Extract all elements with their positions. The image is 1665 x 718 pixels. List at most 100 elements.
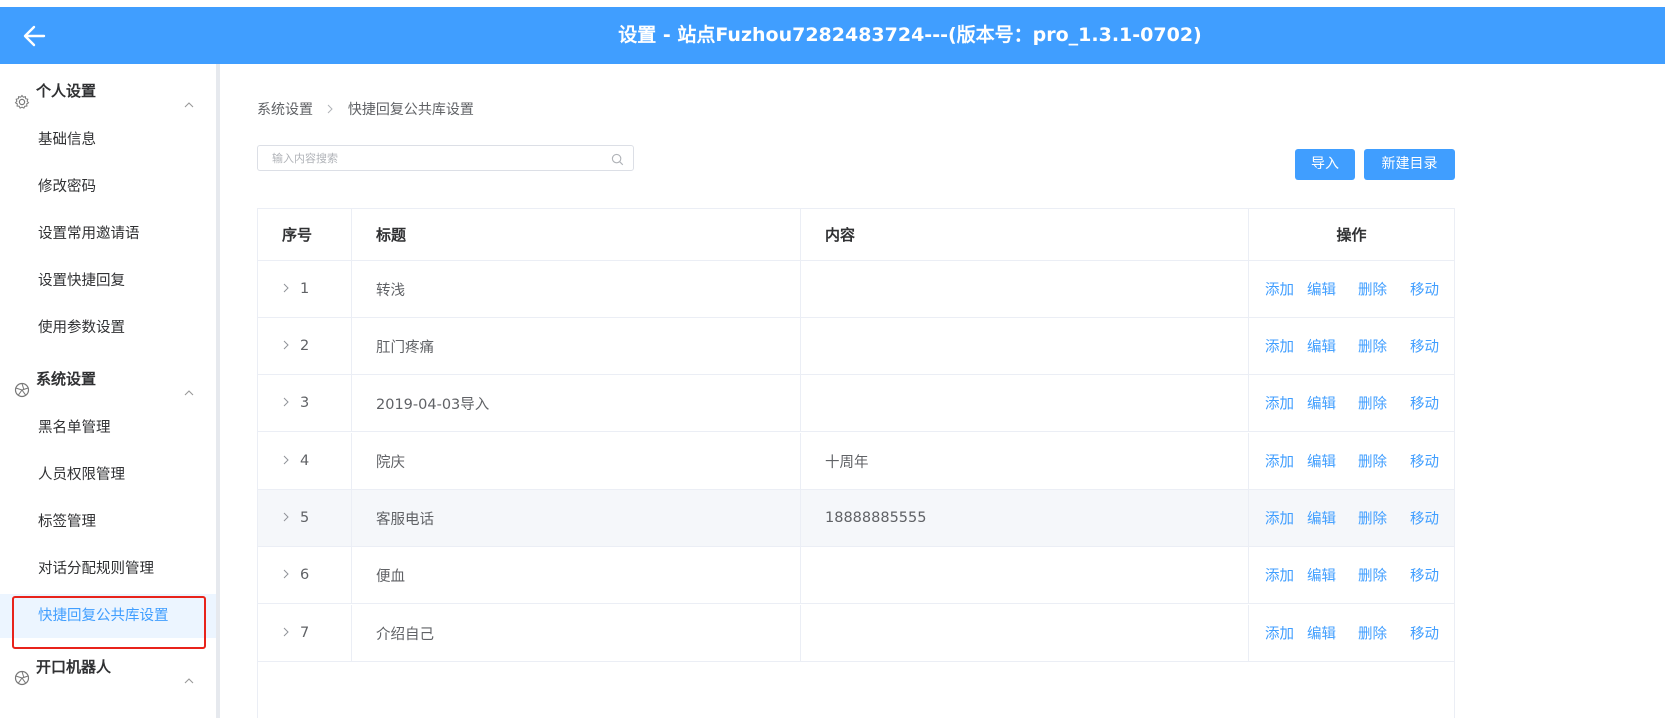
sidebar-item-usage-params[interactable]: 使用参数设置	[0, 306, 216, 350]
cell-content	[801, 547, 1249, 603]
cell-ops: 添加 编辑 删除 移动	[1249, 490, 1454, 546]
sidebar-group-robot[interactable]: 开口机器人	[0, 645, 216, 689]
edit-button[interactable]: 编辑	[1307, 565, 1336, 586]
sidebar-item-change-password[interactable]: 修改密码	[0, 165, 216, 209]
sidebar-item-quick-reply[interactable]: 设置快捷回复	[0, 259, 216, 303]
chevron-up-icon	[183, 372, 195, 396]
breadcrumb-item-system-settings[interactable]: 系统设置	[257, 102, 313, 118]
table-row: 7 介绍自己 添加 编辑 删除 移动	[258, 605, 1454, 662]
delete-button[interactable]: 删除	[1358, 336, 1387, 357]
edit-button[interactable]: 编辑	[1307, 508, 1336, 529]
row-number: 4	[300, 453, 310, 469]
expand-chevron-icon[interactable]	[282, 568, 294, 582]
column-header-ops: 操作	[1336, 226, 1367, 244]
move-button[interactable]: 移动	[1410, 336, 1439, 357]
move-button[interactable]: 移动	[1410, 393, 1439, 414]
expand-chevron-icon[interactable]	[282, 454, 294, 468]
cell-title: 转浅	[352, 261, 801, 317]
edit-button[interactable]: 编辑	[1307, 393, 1336, 414]
cell-content	[801, 375, 1249, 431]
edit-button[interactable]: 编辑	[1307, 336, 1336, 357]
row-number: 7	[300, 625, 310, 641]
sidebar-group-system-settings[interactable]: 系统设置	[0, 357, 216, 401]
cell-title: 2019-04-03导入	[352, 375, 801, 431]
delete-button[interactable]: 删除	[1358, 393, 1387, 414]
sidebar-item-basic-info[interactable]: 基础信息	[0, 118, 216, 162]
delete-button[interactable]: 删除	[1358, 565, 1387, 586]
column-header-no: 序号	[258, 209, 352, 260]
aperture-icon	[14, 371, 30, 398]
move-button[interactable]: 移动	[1410, 565, 1439, 586]
delete-button[interactable]: 删除	[1358, 279, 1387, 300]
cell-no: 3	[258, 375, 352, 431]
cell-ops: 添加 编辑 删除 移动	[1249, 547, 1454, 603]
cell-ops: 添加 编辑 删除 移动	[1249, 261, 1454, 317]
sidebar-group-personal-settings[interactable]: 个人设置	[0, 69, 216, 113]
move-button[interactable]: 移动	[1410, 508, 1439, 529]
row-number: 5	[300, 510, 310, 526]
page-title: 设置 - 站点Fuzhou7282483724---(版本号：pro_1.3.1…	[618, 24, 1202, 46]
chevron-right-icon	[326, 98, 334, 122]
sidebar-group-label: 系统设置	[36, 370, 97, 388]
new-directory-button[interactable]: 新建目录	[1364, 149, 1455, 180]
delete-button[interactable]: 删除	[1358, 451, 1387, 472]
table-row: 5 客服电话 18888885555 添加 编辑 删除 移动	[258, 490, 1454, 547]
search-icon[interactable]	[611, 151, 624, 170]
table-row: 1 转浅 添加 编辑 删除 移动	[258, 261, 1454, 318]
edit-button[interactable]: 编辑	[1307, 279, 1336, 300]
cell-no: 5	[258, 490, 352, 546]
sidebar-item-blacklist[interactable]: 黑名单管理	[0, 406, 216, 450]
search-box	[257, 145, 634, 171]
table-row: 4 院庆 十周年 添加 编辑 删除 移动	[258, 433, 1454, 490]
quick-reply-table: 序号 标题 内容 操作 1 转浅 添加 编辑 删除 移动 2 肛门疼痛 添加 编辑 删除 移动 3 201…	[257, 208, 1455, 718]
top-header: 设置 - 站点Fuzhou7282483724---(版本号：pro_1.3.1…	[0, 7, 1665, 64]
add-button[interactable]: 添加	[1265, 279, 1294, 300]
delete-button[interactable]: 删除	[1358, 508, 1387, 529]
cell-no: 1	[258, 261, 352, 317]
table-row: 3 2019-04-03导入 添加 编辑 删除 移动	[258, 375, 1454, 432]
add-button[interactable]: 添加	[1265, 623, 1294, 644]
cell-content	[801, 261, 1249, 317]
row-number: 1	[300, 281, 310, 297]
cell-title: 介绍自己	[352, 605, 801, 661]
column-header-title: 标题	[352, 209, 801, 260]
import-button[interactable]: 导入	[1295, 149, 1355, 180]
add-button[interactable]: 添加	[1265, 508, 1294, 529]
sidebar-item-dispatch-rules[interactable]: 对话分配规则管理	[0, 547, 216, 591]
move-button[interactable]: 移动	[1410, 279, 1439, 300]
cell-ops: 添加 编辑 删除 移动	[1249, 605, 1454, 661]
move-button[interactable]: 移动	[1410, 623, 1439, 644]
add-button[interactable]: 添加	[1265, 565, 1294, 586]
cell-no: 4	[258, 433, 352, 489]
cell-content: 18888885555	[801, 490, 1249, 546]
cell-title: 便血	[352, 547, 801, 603]
add-button[interactable]: 添加	[1265, 393, 1294, 414]
sidebar-item-invite-phrases[interactable]: 设置常用邀请语	[0, 212, 216, 256]
expand-chevron-icon[interactable]	[282, 396, 294, 410]
sidebar-group-label: 个人设置	[36, 82, 97, 100]
breadcrumb-item-current: 快捷回复公共库设置	[347, 102, 474, 118]
expand-chevron-icon[interactable]	[282, 339, 294, 353]
search-input[interactable]	[258, 146, 598, 170]
sidebar-item-tags[interactable]: 标签管理	[0, 500, 216, 544]
edit-button[interactable]: 编辑	[1307, 623, 1336, 644]
cell-no: 6	[258, 547, 352, 603]
table-row: 2 肛门疼痛 添加 编辑 删除 移动	[258, 318, 1454, 375]
cell-ops: 添加 编辑 删除 移动	[1249, 375, 1454, 431]
cell-title: 院庆	[352, 433, 801, 489]
cell-content: 十周年	[801, 433, 1249, 489]
move-button[interactable]: 移动	[1410, 451, 1439, 472]
sidebar-divider	[216, 64, 220, 718]
table-header-row: 序号 标题 内容 操作	[258, 209, 1454, 261]
sidebar-item-permissions[interactable]: 人员权限管理	[0, 453, 216, 497]
expand-chevron-icon[interactable]	[282, 511, 294, 525]
edit-button[interactable]: 编辑	[1307, 451, 1336, 472]
add-button[interactable]: 添加	[1265, 451, 1294, 472]
expand-chevron-icon[interactable]	[282, 626, 294, 640]
expand-chevron-icon[interactable]	[282, 282, 294, 296]
row-number: 3	[300, 395, 310, 411]
add-button[interactable]: 添加	[1265, 336, 1294, 357]
delete-button[interactable]: 删除	[1358, 623, 1387, 644]
sidebar-item-quick-reply-library[interactable]: 快捷回复公共库设置	[0, 594, 216, 638]
cell-content	[801, 605, 1249, 661]
